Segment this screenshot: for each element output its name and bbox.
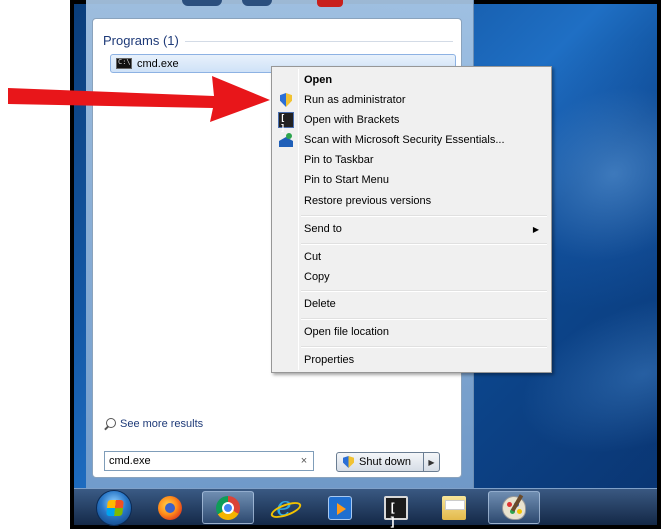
internet-explorer-icon: e [272, 494, 296, 520]
menu-item-label: Cut [304, 251, 322, 263]
start-orb[interactable] [96, 490, 132, 526]
menu-separator [301, 243, 547, 245]
search-icon [104, 418, 116, 430]
menu-item-scan-security-essentials[interactable]: Scan with Microsoft Security Essentials.… [274, 130, 549, 150]
menu-item-restore-previous-versions[interactable]: Restore previous versions [274, 191, 549, 211]
menu-item-open-file-location[interactable]: Open file location [274, 322, 549, 342]
menu-separator [301, 215, 547, 217]
brackets-icon [278, 112, 294, 134]
menu-item-label: Properties [304, 354, 355, 366]
see-more-results-link[interactable]: See more results [104, 418, 203, 430]
paint-icon [502, 495, 526, 520]
annotation-arrow [8, 76, 270, 122]
taskbar-file-explorer[interactable] [428, 491, 480, 524]
menu-item-pin-to-start-menu[interactable]: Pin to Start Menu [274, 170, 549, 190]
shut-down-options-button[interactable]: ▶ [424, 452, 440, 472]
file-explorer-icon [442, 495, 466, 520]
search-input-value: cmd.exe [109, 455, 151, 467]
taskbar-brackets[interactable] [370, 491, 422, 529]
menu-item-label: Send to [304, 223, 342, 235]
menu-item-label: Open with Brackets [304, 114, 400, 126]
programs-header-label: Programs (1) [103, 33, 179, 48]
command-prompt-icon [116, 58, 132, 69]
firefox-icon [158, 495, 182, 520]
header-divider [184, 41, 453, 42]
menu-item-run-as-administrator[interactable]: Run as administrator [274, 90, 549, 110]
taskbar-chrome[interactable] [202, 491, 254, 524]
menu-separator [301, 318, 547, 320]
menu-item-label: Open file location [304, 326, 389, 338]
media-player-icon [328, 495, 352, 520]
menu-item-label: Pin to Taskbar [304, 154, 374, 166]
clear-search-icon[interactable]: × [297, 455, 311, 467]
brackets-icon [384, 495, 408, 529]
menu-item-label: Restore previous versions [304, 195, 432, 207]
shut-down-label: Shut down [359, 456, 411, 468]
menu-item-open[interactable]: Open [274, 70, 549, 90]
programs-group-header: Programs (1) [103, 33, 453, 48]
taskbar-firefox[interactable] [144, 491, 196, 524]
chrome-icon [216, 495, 240, 520]
menu-item-cut[interactable]: Cut [274, 247, 549, 267]
taskbar-paint[interactable] [488, 491, 540, 524]
menu-item-open-with-brackets[interactable]: Open with Brackets [274, 110, 549, 134]
shut-down-button[interactable]: Shut down [336, 452, 424, 472]
submenu-arrow-icon: ▶ [532, 224, 539, 234]
menu-item-pin-to-taskbar[interactable]: Pin to Taskbar [274, 150, 549, 170]
taskbar-media-player[interactable] [314, 491, 366, 524]
menu-item-label: Pin to Start Menu [304, 174, 389, 186]
menu-item-send-to[interactable]: Send to ▶ [274, 219, 549, 239]
taskbar-internet-explorer[interactable]: e [258, 491, 310, 524]
context-menu: Open Run as administrator Open with Brac… [271, 66, 552, 373]
menu-item-label: Scan with Microsoft Security Essentials.… [304, 134, 505, 146]
background-window-glimpse [92, 0, 462, 18]
menu-item-delete[interactable]: Delete [274, 294, 549, 314]
menu-item-label: Open [304, 74, 333, 86]
search-result-label: cmd.exe [137, 57, 179, 70]
menu-separator [301, 290, 547, 292]
uac-shield-icon [343, 456, 354, 468]
menu-item-label: Delete [304, 298, 336, 310]
annotation-arrow-shape [8, 76, 270, 122]
menu-separator [301, 346, 547, 348]
menu-item-properties[interactable]: Properties [274, 350, 549, 370]
security-essentials-icon [278, 132, 294, 148]
uac-shield-icon [278, 92, 294, 108]
menu-item-label: Copy [304, 271, 330, 283]
menu-item-label: Run as administrator [304, 94, 406, 106]
menu-item-copy[interactable]: Copy [274, 267, 549, 287]
see-more-results-label: See more results [120, 418, 204, 430]
start-search-input[interactable]: cmd.exe × [104, 451, 314, 471]
